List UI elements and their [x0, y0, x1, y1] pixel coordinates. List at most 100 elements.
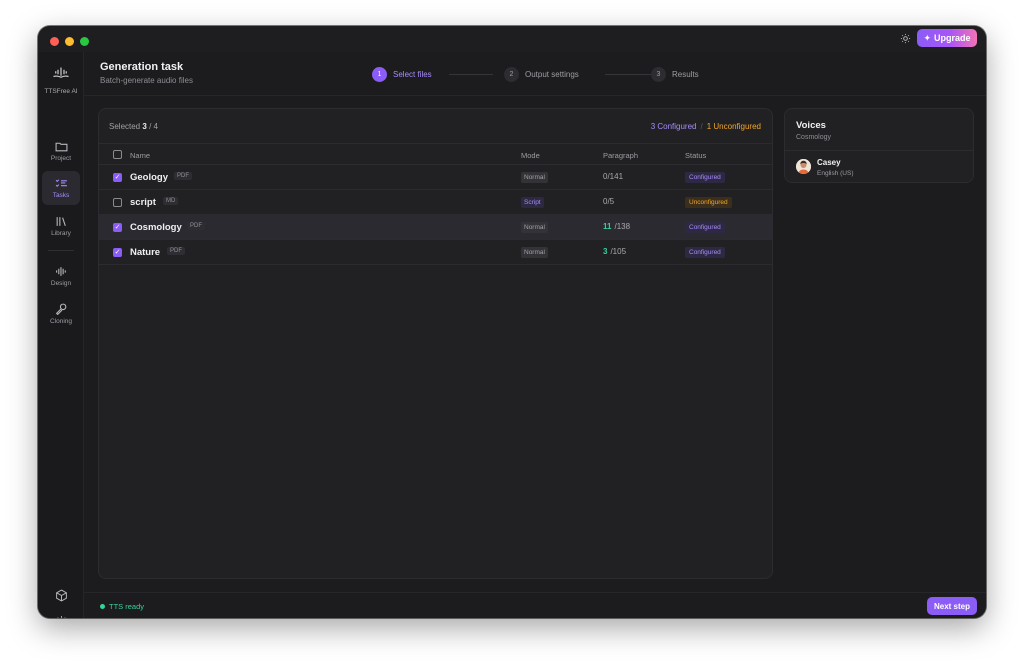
sidebar-divider: [48, 250, 74, 251]
cube-button[interactable]: [52, 586, 70, 604]
tasks-icon: [55, 178, 67, 187]
voices-panel: Voices Cosmology Casey English (US): [784, 108, 974, 183]
table-row[interactable]: script MD Script 0/5 Unconfigured: [99, 190, 772, 215]
step-results[interactable]: 3 Results: [651, 67, 699, 82]
sparkle-icon: ✦: [923, 32, 932, 43]
paragraph-total: 0/141: [603, 172, 624, 181]
select-all-checkbox[interactable]: [113, 150, 122, 159]
selected-count: Selected 3 / 4: [109, 122, 158, 131]
next-step-button[interactable]: Next step: [927, 597, 977, 615]
row-checkbox[interactable]: [113, 198, 122, 207]
step-label: Output settings: [525, 70, 579, 79]
paragraph-done: 3: [603, 247, 608, 256]
step-number: 1: [372, 67, 387, 82]
voice-name[interactable]: Casey: [817, 158, 841, 167]
panel-toolbar: Selected 3 / 4 3 Configured/ 1 Unconfigur…: [99, 109, 772, 143]
status-text: TTS ready: [109, 602, 145, 611]
file-type-badge: PDF: [167, 247, 185, 255]
upgrade-button[interactable]: ✦ Upgrade: [917, 29, 977, 47]
paragraph-progress: 0/5: [603, 197, 614, 206]
settings-button[interactable]: [52, 612, 70, 618]
title-bar: ✦ Upgrade: [38, 26, 986, 52]
mode-badge: Normal: [521, 222, 548, 233]
folder-icon: [55, 142, 67, 151]
column-header-mode: Mode: [521, 151, 540, 160]
gear-icon: [56, 615, 66, 618]
selected-number: 3: [142, 122, 147, 131]
close-window-button[interactable]: [50, 37, 59, 46]
file-type-badge: PDF: [187, 222, 205, 230]
file-type-badge: MD: [163, 197, 179, 205]
sidebar-item-cloning[interactable]: Cloning: [42, 297, 80, 331]
page-title: Generation task: [100, 61, 184, 73]
mode-badge: Normal: [521, 247, 548, 258]
paragraph-total: /105: [610, 247, 627, 256]
cube-icon: [55, 589, 67, 601]
sidebar-item-label: Cloning: [49, 318, 73, 325]
step-number: 2: [504, 67, 519, 82]
configured-count[interactable]: 3 Configured: [651, 122, 697, 131]
file-name: Nature: [130, 247, 161, 258]
status-badge: Unconfigured: [685, 197, 732, 208]
row-checkbox[interactable]: ✓: [113, 173, 122, 182]
table-header: Name Mode Paragraph Status: [99, 143, 772, 165]
table-row[interactable]: ✓ Cosmology PDF Normal 11/138 Configured: [99, 215, 772, 240]
step-number: 3: [651, 67, 666, 82]
table-row[interactable]: ✓ Nature PDF Normal 3/105 Configured: [99, 240, 772, 265]
column-header-status: Status: [685, 151, 707, 160]
sidebar-item-library[interactable]: Library: [42, 209, 80, 243]
unconfigured-count[interactable]: 1 Unconfigured: [707, 122, 761, 131]
sidebar-item-tasks[interactable]: Tasks: [42, 171, 80, 205]
paragraph-progress: 0/141: [603, 172, 623, 181]
app-logo: TTSFree AI: [38, 64, 84, 95]
mode-badge: Normal: [521, 172, 548, 183]
sidebar-item-project[interactable]: Project: [42, 134, 80, 168]
step-select-files[interactable]: 1 Select files: [372, 67, 432, 82]
row-checkbox[interactable]: ✓: [113, 248, 122, 257]
voices-title: Voices: [796, 120, 826, 131]
voice-language: English (US): [817, 170, 854, 177]
waveform-icon: [55, 266, 66, 276]
avatar: [796, 159, 811, 174]
status-badge: Configured: [685, 247, 725, 258]
step-connector: [449, 74, 493, 75]
minimize-window-button[interactable]: [65, 37, 74, 46]
status-badge: Configured: [685, 172, 725, 183]
logo-icon: [53, 67, 69, 78]
summary-separator: /: [700, 122, 703, 131]
person-avatar-icon: [796, 159, 811, 174]
step-output-settings[interactable]: 2 Output settings: [504, 67, 579, 82]
row-checkbox[interactable]: ✓: [113, 223, 122, 232]
sidebar: TTSFree AI Project Tasks Library Design …: [38, 52, 84, 618]
sidebar-item-label: Library: [51, 229, 71, 237]
step-connector: [605, 74, 651, 75]
sidebar-item-label: Tasks: [52, 191, 70, 199]
file-selection-panel: Selected 3 / 4 3 Configured/1 Unconfigur…: [98, 108, 773, 579]
page-header: Generation task Batch-generate audio fil…: [84, 52, 986, 96]
library-icon: [56, 216, 66, 226]
paragraph-progress: 3/105: [603, 247, 626, 256]
file-name: script: [130, 197, 156, 208]
file-name: Cosmology: [130, 222, 182, 233]
file-type-badge: PDF: [174, 172, 192, 180]
status-indicator-dot: [100, 604, 105, 609]
app-window: ✦ Upgrade TTSFree AI Project Tasks Libra…: [38, 26, 986, 618]
status-badge: Configured: [685, 222, 725, 233]
paragraph-done: 11: [603, 222, 612, 231]
step-label: Select files: [393, 70, 432, 79]
maximize-window-button[interactable]: [80, 37, 89, 46]
configuration-summary: 3 Configured/ 1 Unconfigured: [651, 122, 761, 131]
table-row[interactable]: ✓ Geology PDF Normal 0/141 Configured: [99, 165, 772, 190]
total-count: / 4: [149, 122, 158, 131]
column-header-paragraph: Paragraph: [603, 151, 639, 160]
step-label: Results: [672, 70, 699, 79]
paragraph-progress: 11/138: [603, 222, 630, 231]
upgrade-label: Upgrade: [934, 33, 971, 43]
voices-subtitle: Cosmology: [796, 134, 832, 141]
status-bar: TTS ready Next step: [84, 592, 986, 618]
paragraph-total: /138: [614, 222, 631, 231]
sidebar-item-design[interactable]: Design: [42, 259, 80, 293]
column-header-name: Name: [130, 151, 151, 160]
sidebar-item-label: Design: [50, 279, 72, 287]
theme-toggle-sun-icon[interactable]: [897, 30, 913, 46]
